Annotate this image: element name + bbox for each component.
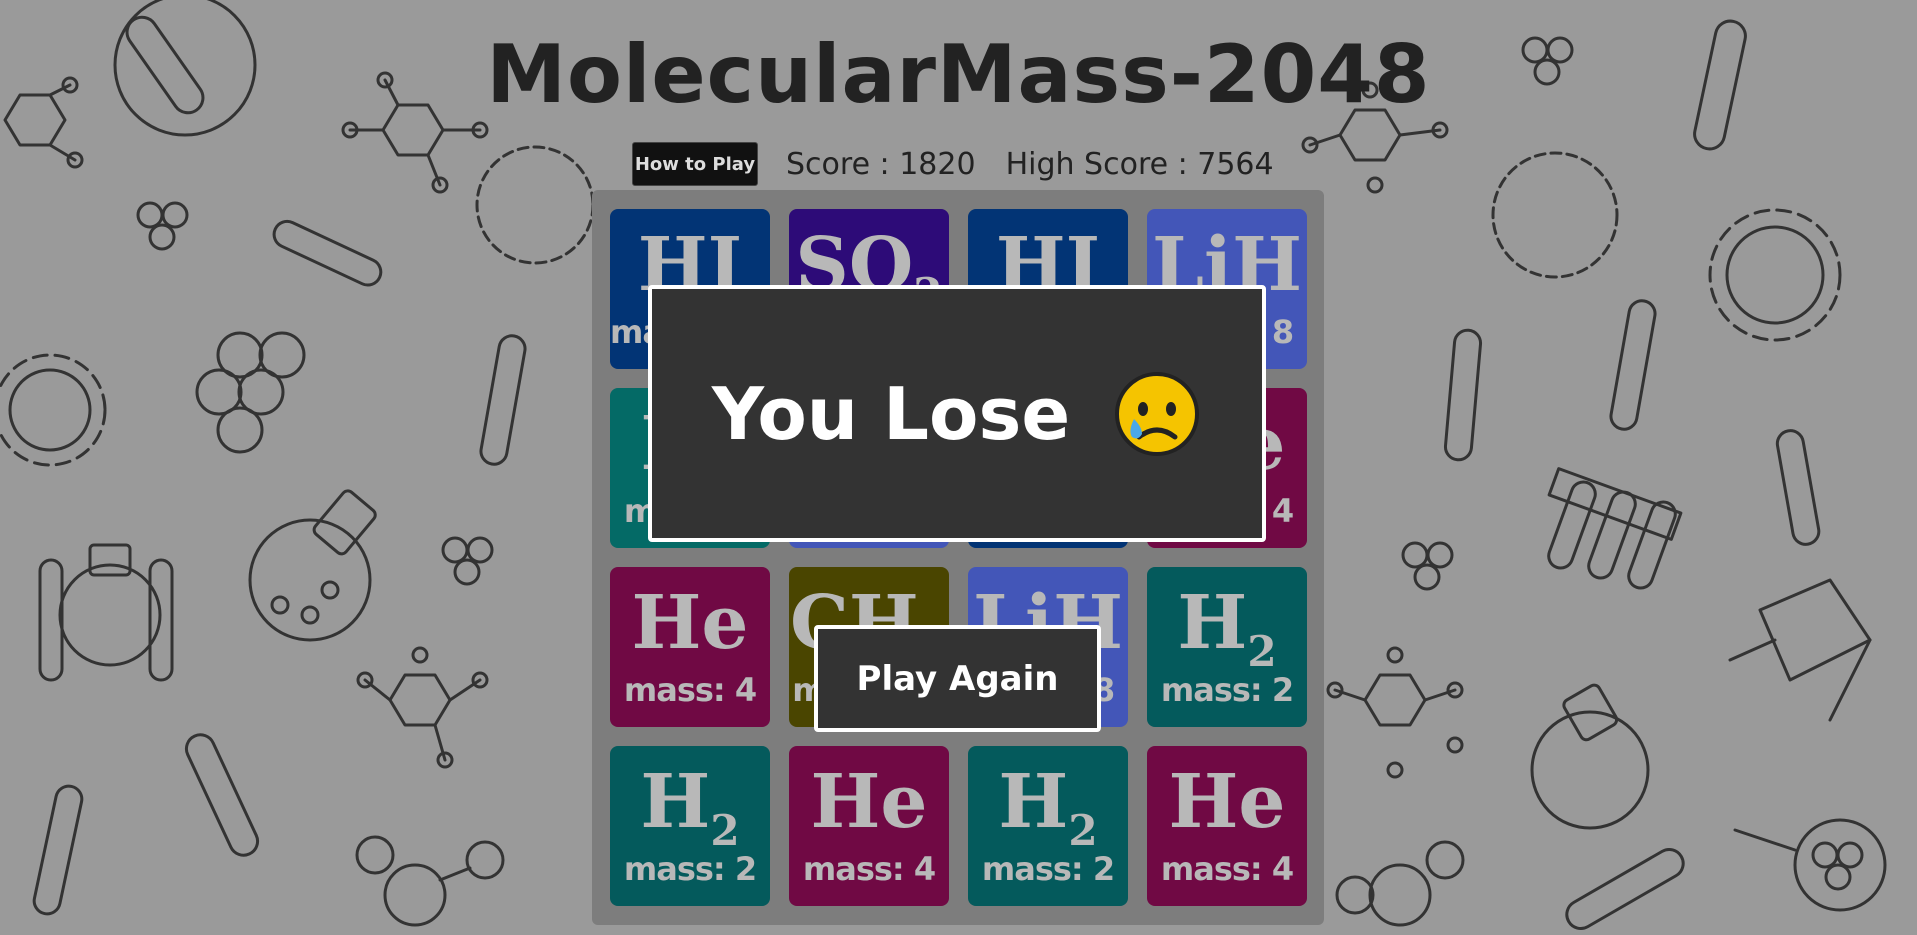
tile-formula-subscript: 2 (1247, 627, 1277, 676)
tile-mass: mass: 2 (1160, 671, 1294, 709)
flask-doodle-icon (1530, 683, 1650, 830)
tile-formula-symbol: H (1177, 580, 1248, 666)
flask-doodle-icon (1728, 578, 1872, 722)
tile-formula-subscript: 2 (1068, 806, 1098, 855)
current-score: Score : 1820 (786, 146, 976, 182)
tile-formula-symbol: He (810, 759, 928, 845)
tile: H2mass: 2 (968, 746, 1128, 906)
tile-formula-symbol: He (631, 580, 749, 666)
tile-formula: He (1147, 760, 1307, 844)
test-tube-doodle-icon (1775, 429, 1821, 546)
play-again-button[interactable]: Play Again (814, 625, 1101, 732)
tile-mass: mass: 4 (1160, 850, 1294, 888)
rack-doodle-icon (1547, 467, 1683, 590)
test-tube-doodle-icon (272, 219, 383, 287)
flask-doodle-icon (1733, 818, 1887, 912)
flask-doodle-icon (248, 489, 377, 642)
test-tube-doodle-icon (1565, 848, 1685, 930)
test-tube-doodle-icon (1609, 299, 1657, 431)
tile: H2mass: 2 (1147, 567, 1307, 727)
tile-formula-symbol: H (640, 759, 711, 845)
test-tube-doodle-icon (1443, 328, 1483, 462)
molecule-doodle-icon (1335, 840, 1465, 927)
test-tube-doodle-icon (184, 733, 260, 857)
tile-formula-symbol: He (1168, 759, 1286, 845)
game-over-dialog: You Lose (648, 285, 1266, 542)
tile-mass: mass: 2 (981, 850, 1115, 888)
tile: He mass: 4 (789, 746, 949, 906)
molecule-doodle-icon (441, 536, 494, 586)
test-tube-doodle-icon (32, 784, 84, 916)
tile-formula-symbol: H (998, 759, 1069, 845)
gear-doodle-icon (1491, 151, 1619, 279)
molecule-doodle-icon (356, 646, 489, 769)
test-tube-doodle-icon (479, 334, 527, 466)
molecule-doodle-icon (136, 201, 189, 251)
molecule-doodle-icon (1326, 646, 1464, 779)
game-over-message: You Lose (711, 371, 1071, 456)
tile-formula: He (610, 581, 770, 665)
game-title: MolecularMass-2048 (486, 28, 1431, 121)
tile-mass: mass: 4 (623, 671, 757, 709)
molecule-doodle-icon (195, 331, 306, 454)
high-score: High Score : 7564 (1005, 146, 1274, 182)
tile: He mass: 4 (610, 567, 770, 727)
tile: He mass: 4 (1147, 746, 1307, 906)
flask-doodle-icon (38, 543, 174, 682)
crying-face-icon (1115, 371, 1200, 456)
tile-mass: mass: 4 (802, 850, 936, 888)
gear-doodle-icon (1708, 208, 1842, 342)
molecule-doodle-icon (355, 835, 505, 927)
score-bar: Score : 1820 High Score : 7564 (786, 144, 1274, 184)
molecule-doodle-icon (1401, 541, 1454, 591)
gear-doodle-icon (0, 353, 107, 467)
tile-formula: He (789, 760, 949, 844)
tile-formula-subscript: 2 (710, 806, 740, 855)
tile-mass: mass: 2 (623, 850, 757, 888)
how-to-play-button[interactable]: How to Play (632, 142, 758, 186)
tile: H2mass: 2 (610, 746, 770, 906)
gear-doodle-icon (475, 145, 595, 265)
